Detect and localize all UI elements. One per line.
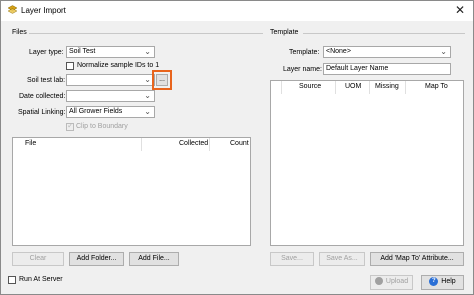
window-title: Layer Import xyxy=(21,6,66,15)
template-column-source[interactable]: Source xyxy=(299,83,321,90)
chevron-down-icon: ⌄ xyxy=(440,47,447,56)
files-group-label: Files xyxy=(12,29,27,36)
template-column-map-to[interactable]: Map To xyxy=(425,83,448,90)
column-separator xyxy=(209,138,210,151)
soil-test-lab-label: Soil test lab: xyxy=(27,77,66,84)
template-mapping-list[interactable]: Source UOM Missing Map To xyxy=(270,80,464,246)
run-at-server-label: Run At Server xyxy=(19,276,63,283)
column-separator xyxy=(369,81,370,94)
column-separator xyxy=(141,138,142,151)
browse-highlight-box xyxy=(152,70,172,90)
chevron-down-icon: ⌄ xyxy=(144,91,151,100)
files-column-count[interactable]: Count xyxy=(230,140,249,147)
upload-button[interactable]: Upload xyxy=(370,275,413,290)
run-at-server-checkbox[interactable] xyxy=(8,276,16,284)
save-as-button[interactable]: Save As... xyxy=(319,252,365,266)
template-value: <None> xyxy=(326,48,351,55)
layer-type-value: Soil Test xyxy=(69,48,96,55)
add-file-button[interactable]: Add File... xyxy=(129,252,179,266)
chevron-down-icon: ⌄ xyxy=(144,47,151,56)
normalize-checkbox[interactable] xyxy=(66,62,74,70)
help-button[interactable]: ? Help xyxy=(421,275,464,290)
layer-type-label: Layer type: xyxy=(29,49,64,56)
column-separator xyxy=(405,81,406,94)
template-label: Template: xyxy=(289,49,320,56)
save-button[interactable]: Save... xyxy=(270,252,314,266)
add-map-to-attribute-button[interactable]: Add 'Map To' Attribute... xyxy=(370,252,464,266)
files-group-divider xyxy=(29,33,263,34)
soil-test-lab-select[interactable]: ⌄ xyxy=(66,74,155,86)
upload-label: Upload xyxy=(385,278,409,285)
files-column-collected[interactable]: Collected xyxy=(179,140,208,147)
template-group-label: Template xyxy=(270,29,299,36)
spatial-linking-select[interactable]: All Grower Fields ⌄ xyxy=(66,106,155,118)
upload-icon xyxy=(374,277,383,286)
add-folder-button[interactable]: Add Folder... xyxy=(69,252,124,266)
files-list[interactable]: File Collected Count xyxy=(12,137,251,246)
template-column-uom[interactable]: UOM xyxy=(345,83,361,90)
help-icon: ? xyxy=(429,276,439,286)
date-collected-label: Date collected: xyxy=(19,93,66,100)
files-column-file[interactable]: File xyxy=(25,140,36,147)
chevron-down-icon: ⌄ xyxy=(144,75,151,84)
title-bar: Layer Import ✕ xyxy=(1,1,473,21)
template-select[interactable]: <None> ⌄ xyxy=(323,46,451,58)
template-column-missing[interactable]: Missing xyxy=(375,83,399,90)
layer-type-select[interactable]: Soil Test ⌄ xyxy=(66,46,155,58)
help-label: Help xyxy=(441,278,456,285)
template-group-divider xyxy=(303,33,465,34)
layer-name-label: Layer name: xyxy=(283,66,322,73)
date-collected-picker[interactable]: ⌄ xyxy=(66,90,155,102)
clip-to-boundary-checkbox[interactable] xyxy=(66,121,74,131)
layer-name-value: Default Layer Name xyxy=(326,65,389,72)
spatial-linking-value: All Grower Fields xyxy=(69,108,123,115)
column-separator xyxy=(335,81,336,94)
clear-button[interactable]: Clear xyxy=(12,252,64,266)
layer-name-input[interactable]: Default Layer Name xyxy=(323,63,451,75)
spatial-linking-label: Spatial Linking: xyxy=(18,109,66,116)
column-separator xyxy=(281,81,282,94)
layer-import-icon xyxy=(7,5,18,14)
chevron-down-icon: ⌄ xyxy=(144,107,151,116)
close-icon[interactable]: ✕ xyxy=(455,3,465,17)
clip-to-boundary-label: Clip to Boundary xyxy=(76,123,128,130)
normalize-label: Normalize sample IDs to 1 xyxy=(77,62,160,69)
layer-import-window: Layer Import ✕ Files Layer type: Soil Te… xyxy=(0,0,474,295)
